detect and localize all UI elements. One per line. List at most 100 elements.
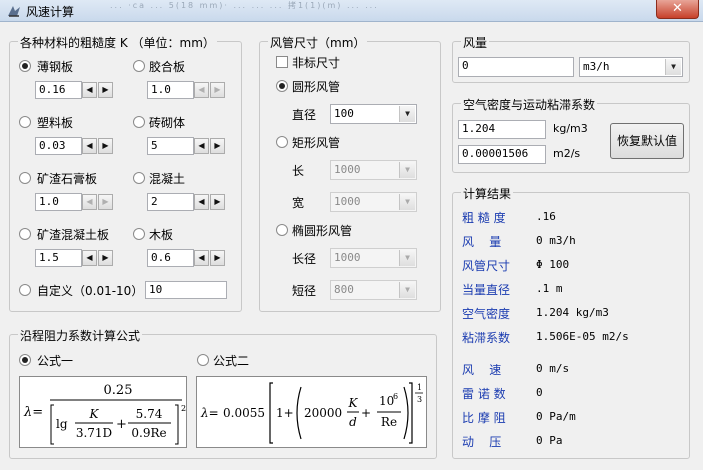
formula-one-display[interactable]: λ= 0.25 2 lg K 3.71D + 5.74 0.9Re bbox=[19, 376, 187, 448]
round-duct-label: 圆形风管 bbox=[292, 80, 341, 94]
radio-slag-concrete-board[interactable] bbox=[19, 228, 31, 240]
result-value-airflow: 0 m3/h bbox=[536, 234, 576, 247]
result-label-airflow: 风 量 bbox=[462, 235, 502, 249]
result-value-velocity: 0 m/s bbox=[536, 362, 570, 375]
label-plastic-plate: 塑料板 bbox=[37, 116, 74, 130]
radio-ellipse-duct[interactable] bbox=[276, 224, 288, 236]
reset-defaults-button[interactable]: 恢复默认值 bbox=[610, 123, 684, 159]
radio-plastic-plate[interactable] bbox=[19, 116, 31, 128]
radio-formula-one[interactable] bbox=[19, 354, 31, 366]
plywood-roughness-input[interactable]: 1.0 bbox=[147, 81, 194, 99]
radio-formula-two[interactable] bbox=[197, 354, 209, 366]
major-axis-label: 长径 bbox=[292, 252, 317, 266]
f2-plus: + bbox=[361, 406, 371, 420]
viscosity-unit: m2/s bbox=[553, 147, 581, 160]
label-steel-plate: 薄钢板 bbox=[37, 60, 74, 74]
viscosity-input[interactable]: 0.00001506 bbox=[458, 145, 546, 164]
label-plywood: 胶合板 bbox=[149, 60, 186, 74]
radio-steel-plate[interactable] bbox=[19, 60, 31, 72]
diameter-select[interactable]: 100 ▼ bbox=[330, 104, 417, 124]
concrete-roughness-input[interactable]: 2 bbox=[147, 193, 194, 211]
radio-slag-gypsum-board[interactable] bbox=[19, 172, 31, 184]
steel-plate-dec-icon[interactable]: ◀ bbox=[82, 82, 97, 98]
radio-rect-duct[interactable] bbox=[276, 136, 288, 148]
formula-one-label: 公式一 bbox=[37, 354, 74, 368]
air-density-input[interactable]: 1.204 bbox=[458, 120, 546, 139]
close-button[interactable]: ✕ bbox=[656, 0, 699, 19]
chevron-down-icon: ▼ bbox=[399, 194, 415, 210]
brick-roughness-input[interactable]: 5 bbox=[147, 137, 194, 155]
chevron-down-icon: ▼ bbox=[399, 106, 415, 122]
f1-09re: 0.9Re bbox=[131, 426, 166, 440]
nonstandard-size-checkbox[interactable] bbox=[276, 56, 288, 68]
radio-round-duct[interactable] bbox=[276, 80, 288, 92]
nonstandard-size-label: 非标尺寸 bbox=[292, 56, 341, 70]
minor-axis-label: 短径 bbox=[292, 284, 317, 298]
plastic-plate-inc-icon[interactable]: ▶ bbox=[98, 138, 113, 154]
brick-inc-icon[interactable]: ▶ bbox=[210, 138, 225, 154]
result-value-reynolds: 0 bbox=[536, 386, 543, 399]
label-custom: 自定义（0.01-10） bbox=[37, 284, 144, 298]
slag-gypsum-dec-icon[interactable]: ◀ bbox=[82, 194, 97, 210]
slag-gypsum-inc-icon[interactable]: ▶ bbox=[98, 194, 113, 210]
f1-lg: lg bbox=[56, 417, 68, 431]
minor-axis-value: 800 bbox=[334, 283, 354, 296]
result-value-dynamic-pressure: 0 Pa bbox=[536, 434, 563, 447]
label-slag-gypsum-board: 矿渣石膏板 bbox=[37, 172, 98, 186]
plastic-plate-roughness-input[interactable]: 0.03 bbox=[35, 137, 82, 155]
airflow-group-title: 风量 bbox=[461, 34, 490, 51]
duct-size-group-title: 风管尺寸（mm） bbox=[268, 34, 368, 51]
concrete-inc-icon[interactable]: ▶ bbox=[210, 194, 225, 210]
result-label-air-density: 空气密度 bbox=[462, 307, 511, 321]
length-select[interactable]: 1000 ▼ bbox=[330, 160, 417, 180]
slag-gypsum-roughness-input[interactable]: 1.0 bbox=[35, 193, 82, 211]
f2-six: 6 bbox=[393, 392, 398, 401]
steel-plate-roughness-input[interactable]: 0.16 bbox=[35, 81, 82, 99]
major-axis-value: 1000 bbox=[334, 251, 361, 264]
wood-board-roughness-input[interactable]: 0.6 bbox=[147, 249, 194, 267]
f2-20000: 20000 bbox=[304, 406, 342, 420]
brick-dec-icon[interactable]: ◀ bbox=[194, 138, 209, 154]
formula-two-label: 公式二 bbox=[213, 354, 250, 368]
airflow-input[interactable]: 0 bbox=[458, 57, 574, 77]
slag-concrete-roughness-input[interactable]: 1.5 bbox=[35, 249, 82, 267]
result-label-roughness: 粗 糙 度 bbox=[462, 211, 506, 225]
slag-concrete-dec-icon[interactable]: ◀ bbox=[82, 250, 97, 266]
custom-roughness-input[interactable]: 10 bbox=[145, 281, 227, 299]
airflow-unit-select[interactable]: m3/h ▼ bbox=[579, 57, 683, 77]
concrete-dec-icon[interactable]: ◀ bbox=[194, 194, 209, 210]
label-brick: 砖砌体 bbox=[149, 116, 186, 130]
result-label-viscosity: 粘滞系数 bbox=[462, 331, 511, 345]
steel-plate-inc-icon[interactable]: ▶ bbox=[98, 82, 113, 98]
plastic-plate-dec-icon[interactable]: ◀ bbox=[82, 138, 97, 154]
plywood-dec-icon[interactable]: ◀ bbox=[194, 82, 209, 98]
wood-board-inc-icon[interactable]: ▶ bbox=[210, 250, 225, 266]
width-label: 宽 bbox=[292, 196, 305, 210]
radio-wood-board[interactable] bbox=[133, 228, 145, 240]
width-select[interactable]: 1000 ▼ bbox=[330, 192, 417, 212]
slag-concrete-inc-icon[interactable]: ▶ bbox=[98, 250, 113, 266]
wood-board-dec-icon[interactable]: ◀ bbox=[194, 250, 209, 266]
f2-coefficient: 0.0055 bbox=[223, 406, 265, 420]
airflow-unit-value: m3/h bbox=[583, 60, 610, 73]
formula-two-display[interactable]: λ= 0.0055 1+ 20000 K d + 10 6 Re 1 3 bbox=[196, 376, 427, 448]
result-label-equivalent-diameter: 当量直径 bbox=[462, 283, 511, 297]
minor-axis-select[interactable]: 800 ▼ bbox=[330, 280, 417, 300]
plywood-inc-icon[interactable]: ▶ bbox=[210, 82, 225, 98]
label-slag-concrete-board: 矿渣混凝土板 bbox=[37, 228, 110, 242]
chevron-down-icon: ▼ bbox=[665, 59, 681, 75]
major-axis-select[interactable]: 1000 ▼ bbox=[330, 248, 417, 268]
radio-plywood[interactable] bbox=[133, 60, 145, 72]
f1-exponent: 2 bbox=[181, 404, 186, 413]
ellipse-duct-label: 椭圆形风管 bbox=[292, 224, 353, 238]
radio-concrete[interactable] bbox=[133, 172, 145, 184]
chevron-down-icon: ▼ bbox=[399, 282, 415, 298]
air-properties-group-title: 空气密度与运动粘滞系数 bbox=[461, 96, 598, 113]
f2-lambda: λ= bbox=[200, 406, 219, 420]
formula-two-svg: λ= 0.0055 1+ 20000 K d + 10 6 Re 1 3 bbox=[200, 382, 423, 444]
radio-brick[interactable] bbox=[133, 116, 145, 128]
result-value-air-density: 1.204 kg/m3 bbox=[536, 306, 609, 319]
radio-custom[interactable] bbox=[19, 284, 31, 296]
f2-k: K bbox=[348, 396, 359, 410]
result-value-viscosity: 1.506E-05 m2/s bbox=[536, 330, 629, 343]
